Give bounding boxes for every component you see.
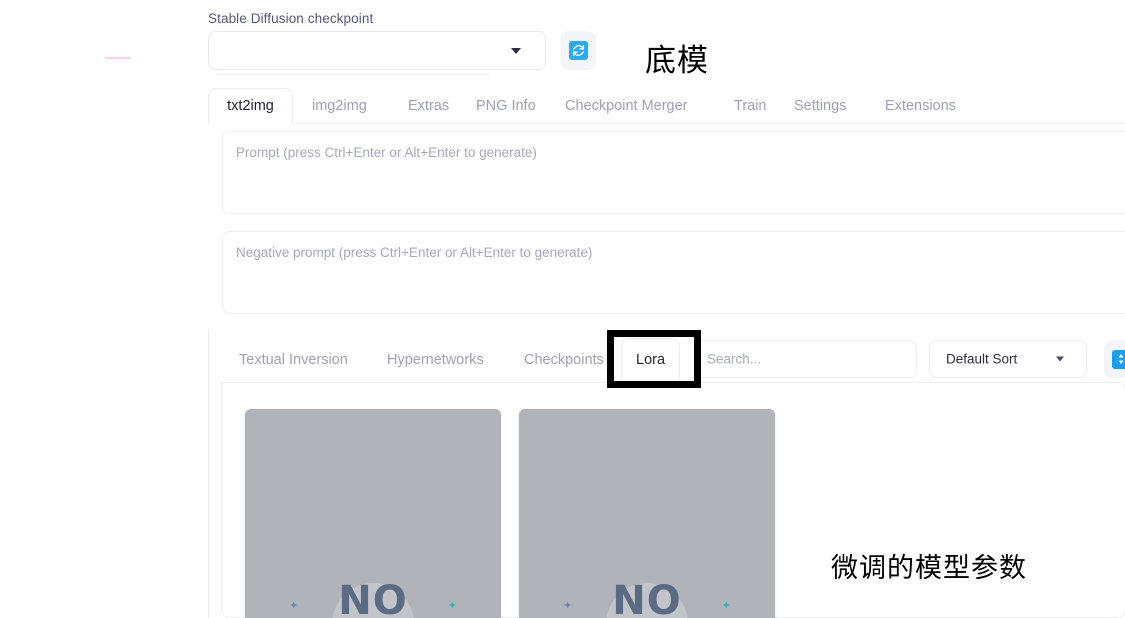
annotation-base-model: 底模 <box>645 43 709 79</box>
sort-select[interactable]: Default Sort <box>929 340 1087 378</box>
search-input[interactable]: Search... <box>695 340 917 378</box>
tab-label: Checkpoint Merger <box>565 98 688 114</box>
extra-networks-tab-textual-inversion[interactable]: Textual Inversion <box>239 346 348 374</box>
lora-card[interactable]: NO PREVIEW ✦ ✦ ✦ ✦ <box>245 409 501 618</box>
panel-divider <box>208 330 209 618</box>
sort-selected-value: Default Sort <box>946 351 1018 367</box>
checkpoint-underline <box>215 74 490 75</box>
tab-train[interactable]: Train <box>720 88 781 124</box>
refresh-checkpoints-button[interactable] <box>561 31 596 70</box>
checkpoint-label: Stable Diffusion checkpoint <box>208 11 374 26</box>
checkpoint-dropdown[interactable] <box>208 31 546 70</box>
tab-label: Extras <box>408 98 450 114</box>
tab-label: Settings <box>794 98 847 114</box>
negative-prompt-input[interactable]: Negative prompt (press Ctrl+Enter or Alt… <box>222 231 1125 314</box>
tab-label: img2img <box>312 98 367 114</box>
cut-off-pink-line <box>105 57 131 59</box>
tab-label: Textual Inversion <box>239 352 348 368</box>
search-placeholder: Search... <box>707 351 762 367</box>
chevron-down-icon <box>511 47 521 54</box>
chevron-down-icon <box>1056 356 1064 362</box>
refresh-icon <box>569 41 588 60</box>
tab-label: Checkpoints <box>524 352 604 368</box>
no-preview-line1: NO <box>612 578 682 618</box>
annotation-highlight-box <box>607 330 701 388</box>
tab-label: PNG Info <box>476 98 536 114</box>
sparkle-icon: ✦ <box>721 600 731 612</box>
sparkle-icon: ✦ <box>563 600 573 612</box>
extra-networks-tab-hypernetworks[interactable]: Hypernetworks <box>387 346 484 374</box>
prompt-placeholder: Prompt (press Ctrl+Enter or Alt+Enter to… <box>236 145 537 160</box>
tab-png-info[interactable]: PNG Info <box>462 88 550 124</box>
extra-networks-tab-checkpoints[interactable]: Checkpoints <box>524 346 604 374</box>
tab-label: txt2img <box>227 98 274 114</box>
sparkle-icon: ✦ <box>447 600 457 612</box>
sparkle-icon: ✦ <box>289 600 299 612</box>
annotation-model-params: 微调的模型参数 <box>831 553 1027 584</box>
no-preview-placeholder: NO PREVIEW ✦ ✦ ✦ ✦ <box>267 581 479 618</box>
tab-txt2img[interactable]: txt2img <box>208 88 293 124</box>
tab-label: Hypernetworks <box>387 352 484 368</box>
tab-extensions[interactable]: Extensions <box>871 88 970 124</box>
app-root: Stable Diffusion checkpoint 底模 txt2img i… <box>0 0 1125 618</box>
no-preview-line1: NO <box>338 578 408 618</box>
prompt-input[interactable]: Prompt (press Ctrl+Enter or Alt+Enter to… <box>222 131 1125 214</box>
tab-img2img[interactable]: img2img <box>298 88 381 124</box>
tab-settings[interactable]: Settings <box>780 88 860 124</box>
lora-card[interactable]: NO PREVIEW ✦ ✦ ✦ ✦ <box>519 409 775 618</box>
main-tabbar: txt2img img2img Extras PNG Info Checkpoi… <box>208 88 1125 124</box>
no-preview-placeholder: NO PREVIEW ✦ ✦ ✦ ✦ <box>541 581 753 618</box>
tab-label: Extensions <box>885 98 956 114</box>
negative-prompt-placeholder: Negative prompt (press Ctrl+Enter or Alt… <box>236 245 593 260</box>
tab-extras[interactable]: Extras <box>394 88 463 124</box>
sort-direction-button[interactable] <box>1104 340 1125 378</box>
tab-checkpoint-merger[interactable]: Checkpoint Merger <box>551 88 702 124</box>
tab-label: Train <box>734 98 767 114</box>
sort-updown-icon <box>1111 349 1125 369</box>
